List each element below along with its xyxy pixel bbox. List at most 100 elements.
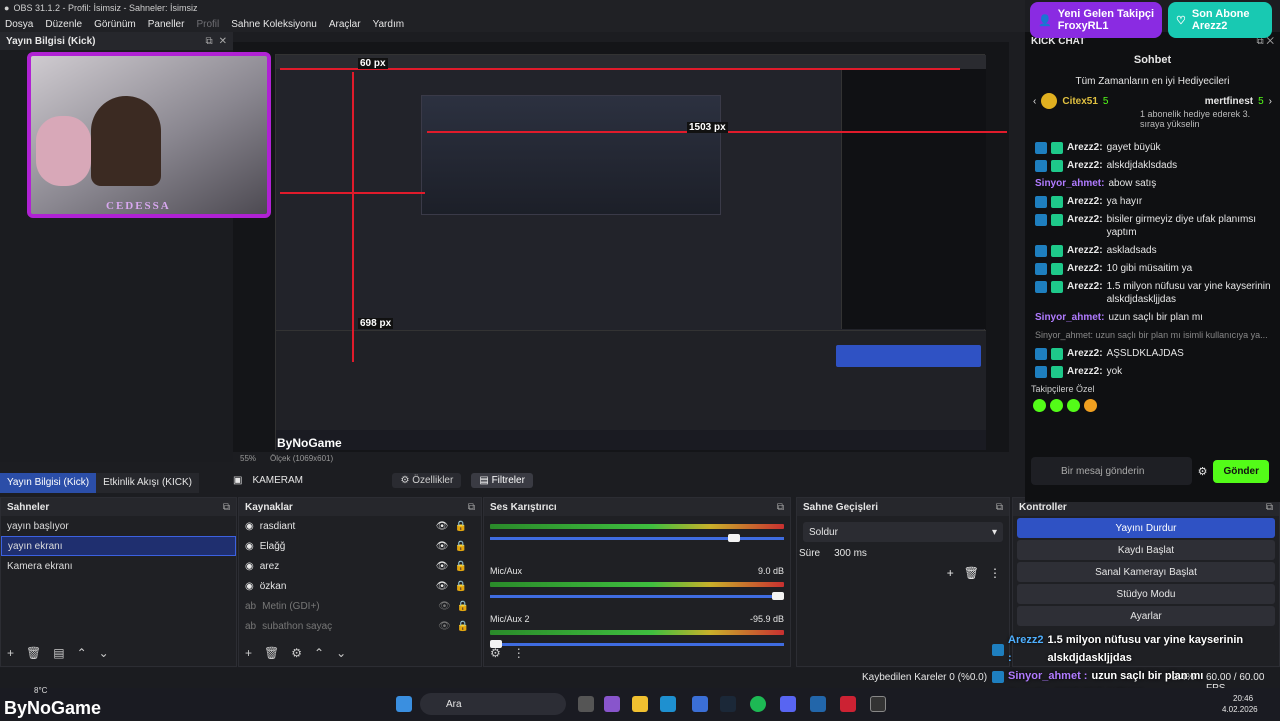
trash-icon[interactable]: 🗑 <box>964 566 979 580</box>
discord-icon[interactable] <box>780 696 796 712</box>
chat-username[interactable]: Arezz2: <box>1067 365 1103 378</box>
obs-taskbar-icon[interactable] <box>870 696 886 712</box>
menu-profile[interactable]: Profil <box>196 19 219 30</box>
lock-icon[interactable]: 🔒 <box>457 621 469 632</box>
add-icon[interactable]: + <box>7 646 14 660</box>
menu-file[interactable]: Dosya <box>5 19 33 30</box>
app-icon[interactable] <box>810 696 826 712</box>
chat-username[interactable]: Arezz2: <box>1067 195 1103 208</box>
studio-mode-button[interactable]: Stüdyo Modu <box>1017 584 1275 604</box>
menu-view[interactable]: Görünüm <box>94 19 136 30</box>
gear-icon[interactable]: ⚙ <box>291 646 302 660</box>
tab-stream-info[interactable]: Yayın Bilgisi (Kick) <box>0 473 97 493</box>
taskbar-search[interactable]: Ara <box>420 693 566 715</box>
task-view-icon[interactable] <box>578 696 594 712</box>
up-icon[interactable]: ⌃ <box>77 646 87 660</box>
filters-button[interactable]: ▤ Filtreler <box>471 472 533 488</box>
more-icon[interactable]: ⋮ <box>513 646 525 660</box>
chat-username[interactable]: Sinyor_ahmet: <box>1035 311 1104 324</box>
lock-icon[interactable]: 🔒 <box>454 581 466 592</box>
emote-icon[interactable] <box>1084 399 1097 412</box>
chat-username[interactable]: Arezz2: <box>1067 141 1103 154</box>
up-icon[interactable]: ⌃ <box>314 646 324 660</box>
windows-start-icon[interactable] <box>396 696 412 712</box>
chat-username[interactable]: Arezz2: <box>1067 244 1103 257</box>
camera-source[interactable]: CEDESSA <box>27 52 271 218</box>
volume-knob[interactable] <box>772 592 784 600</box>
source-item[interactable]: ◉ özkan 👁 🔒 <box>239 576 481 596</box>
settings-button[interactable]: Ayarlar <box>1017 606 1275 626</box>
app-icon[interactable] <box>840 696 856 712</box>
source-item[interactable]: ◉ rasdiant 👁 🔒 <box>239 516 481 536</box>
add-icon[interactable]: + <box>245 646 252 660</box>
volume-knob[interactable] <box>727 534 740 542</box>
edge-icon[interactable] <box>660 696 676 712</box>
menu-help[interactable]: Yardım <box>373 19 405 30</box>
preview-canvas[interactable]: 60 px 1503 px 698 px ByNoGame <box>233 42 1009 452</box>
emote-icon[interactable] <box>1033 399 1046 412</box>
scene-item[interactable]: yayın başlıyor <box>1 516 236 536</box>
gear-icon[interactable]: ⚙ <box>490 646 501 660</box>
eye-icon[interactable]: 👁 <box>438 621 451 632</box>
source-item[interactable]: ab Metin (GDI+) 👁 🔒 <box>239 596 481 616</box>
gear-icon[interactable]: ⚙ <box>1198 465 1208 478</box>
store-icon[interactable] <box>692 696 708 712</box>
scene-item-selected[interactable]: yayın ekranı <box>1 536 236 556</box>
volume-slider[interactable] <box>490 592 784 600</box>
properties-button[interactable]: ⚙ Özellikler <box>392 472 462 488</box>
eye-icon[interactable]: 👁 <box>436 541 449 552</box>
chat-username[interactable]: Arezz2: <box>1067 347 1103 360</box>
tab-activity-feed[interactable]: Etkinlik Akışı (KICK) <box>96 473 199 493</box>
transition-select[interactable]: Soldur ▾ <box>803 522 1003 542</box>
duration-input[interactable]: 300 ms <box>834 548 1007 559</box>
lock-icon[interactable]: 🔒 <box>454 561 466 572</box>
source-type-icon: ◉ <box>245 520 254 532</box>
down-icon[interactable]: ⌄ <box>336 646 346 660</box>
steam-icon[interactable] <box>720 696 736 712</box>
chat-username[interactable]: Arezz2: <box>1067 280 1103 293</box>
add-icon[interactable]: + <box>947 566 954 580</box>
emote-icon[interactable] <box>1067 399 1080 412</box>
chat-username[interactable]: Arezz2: <box>1067 159 1103 172</box>
lock-icon[interactable]: 🔒 <box>454 521 466 532</box>
eye-icon[interactable]: 👁 <box>438 601 451 612</box>
down-icon[interactable]: ⌄ <box>99 646 109 660</box>
scene-item[interactable]: Kamera ekranı <box>1 556 236 576</box>
volume-slider[interactable] <box>490 534 784 542</box>
source-item[interactable]: ◉ Elağğ 👁 🔒 <box>239 536 481 556</box>
emote-icon[interactable] <box>1050 399 1063 412</box>
menu-docks[interactable]: Paneller <box>148 19 185 30</box>
spotify-icon[interactable] <box>750 696 766 712</box>
file-explorer-icon[interactable] <box>632 696 648 712</box>
more-icon[interactable]: ⋮ <box>989 566 1001 580</box>
eye-icon[interactable]: 👁 <box>436 521 449 532</box>
lock-icon[interactable]: 🔒 <box>454 541 466 552</box>
audio-mixer-dock: Ses Karıştırıcı ⧉ Mic/Aux 9.0 dB Mic/Aux 2 -… <box>483 497 791 667</box>
chat-username[interactable]: Sinyor_ahmet: <box>1035 177 1104 190</box>
chevron-right-icon[interactable]: › <box>1269 96 1272 107</box>
start-recording-button[interactable]: Kaydı Başlat <box>1017 540 1275 560</box>
menu-tools[interactable]: Araçlar <box>329 19 361 30</box>
start-virtual-camera-button[interactable]: Sanal Kamerayı Başlat <box>1017 562 1275 582</box>
chat-username[interactable]: Arezz2: <box>1067 262 1103 275</box>
send-button[interactable]: Gönder <box>1213 459 1269 483</box>
eye-icon[interactable]: 👁 <box>436 581 449 592</box>
lock-icon[interactable]: 🔒 <box>457 601 469 612</box>
source-item[interactable]: ab subathon sayaç 👁 🔒 <box>239 616 481 636</box>
trash-icon[interactable]: 🗑 <box>264 646 279 660</box>
chat-input[interactable]: Bir mesaj gönderin <box>1031 457 1192 485</box>
eye-icon[interactable]: 👁 <box>436 561 449 572</box>
chevron-left-icon[interactable]: ‹ <box>1033 96 1036 107</box>
source-item[interactable]: ◉ arez 👁 🔒 <box>239 556 481 576</box>
volume-slider[interactable] <box>490 640 784 648</box>
zoom-level[interactable]: 55% <box>240 454 256 463</box>
trash-icon[interactable]: 🗑 <box>26 646 41 660</box>
copilot-icon[interactable] <box>604 696 620 712</box>
close-icon[interactable]: ✕ <box>219 36 227 47</box>
menu-edit[interactable]: Düzenle <box>45 19 82 30</box>
menu-scene-collection[interactable]: Sahne Koleksiyonu <box>231 19 317 30</box>
chat-username[interactable]: Arezz2: <box>1067 213 1103 226</box>
stop-stream-button[interactable]: Yayını Durdur <box>1017 518 1275 538</box>
filter-icon[interactable]: ▤ <box>53 646 64 660</box>
float-icon[interactable]: ⧉ <box>205 36 212 47</box>
